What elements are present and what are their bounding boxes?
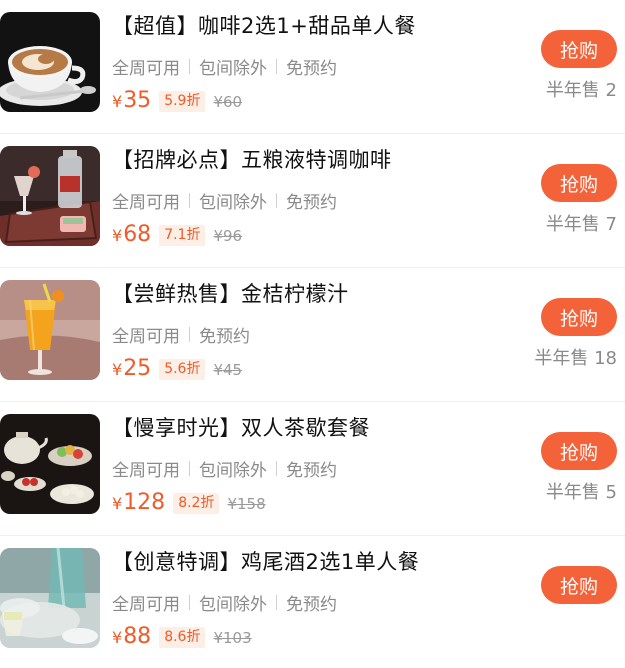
- deal-item[interactable]: 【创意特调】鸡尾酒2选1单人餐 全周可用 包间除外 免预约 ¥ 88 8.6折 …: [0, 536, 625, 668]
- discount-badge: 5.9折: [159, 91, 206, 112]
- deal-price: 88: [123, 624, 152, 649]
- deal-title: 【创意特调】鸡尾酒2选1单人餐: [112, 550, 420, 574]
- sales-count: 半年售 18: [534, 348, 617, 369]
- tag: 包间除外: [199, 59, 267, 79]
- sales-count: 半年售 7: [545, 214, 617, 235]
- buy-button[interactable]: 抢购: [541, 566, 617, 604]
- tag: 全周可用: [112, 461, 180, 481]
- price-row: ¥ 68 7.1折 ¥96: [112, 222, 242, 248]
- deal-price: 35: [123, 88, 152, 113]
- original-price: ¥96: [213, 227, 243, 245]
- deal-item[interactable]: 【超值】咖啡2选1+甜品单人餐 全周可用 包间除外 免预约 ¥ 35 5.9折 …: [0, 0, 625, 134]
- tea-break-set-image[interactable]: [0, 414, 100, 514]
- price-row: ¥ 128 8.2折 ¥158: [112, 490, 266, 516]
- currency-symbol: ¥: [112, 494, 123, 513]
- original-price: ¥45: [213, 361, 243, 379]
- deal-price: 128: [123, 490, 166, 515]
- currency-symbol: ¥: [112, 226, 123, 245]
- cocktail-image[interactable]: [0, 548, 100, 648]
- buy-button[interactable]: 抢购: [541, 432, 617, 470]
- liquor-coffee-tray-image[interactable]: [0, 146, 100, 246]
- tag-divider: [276, 193, 277, 208]
- deal-tags: 全周可用 包间除外 免预约: [112, 54, 337, 79]
- original-price: ¥103: [213, 629, 252, 647]
- deal-price: 68: [123, 222, 152, 247]
- original-price: ¥158: [227, 495, 266, 513]
- sales-count: 半年售 5: [545, 482, 617, 503]
- buy-button[interactable]: 抢购: [541, 164, 617, 202]
- tag: 包间除外: [199, 595, 267, 615]
- deal-title: 【超值】咖啡2选1+甜品单人餐: [112, 14, 416, 38]
- deal-tags: 全周可用 包间除外 免预约: [112, 188, 337, 213]
- discount-badge: 7.1折: [159, 225, 206, 246]
- deal-list: 【超值】咖啡2选1+甜品单人餐 全周可用 包间除外 免预约 ¥ 35 5.9折 …: [0, 0, 625, 668]
- tag: 全周可用: [112, 59, 180, 79]
- deal-tags: 全周可用 免预约: [112, 322, 250, 347]
- tag: 包间除外: [199, 193, 267, 213]
- deal-title: 【尝鲜热售】金桔柠檬汁: [112, 282, 349, 306]
- deal-item[interactable]: 【招牌必点】五粮液特调咖啡 全周可用 包间除外 免预约 ¥ 68 7.1折 ¥9…: [0, 134, 625, 268]
- buy-button[interactable]: 抢购: [541, 298, 617, 336]
- tag-divider: [276, 59, 277, 74]
- original-price: ¥60: [213, 93, 243, 111]
- currency-symbol: ¥: [112, 92, 123, 111]
- discount-badge: 5.6折: [159, 359, 206, 380]
- currency-symbol: ¥: [112, 360, 123, 379]
- tag: 全周可用: [112, 327, 180, 347]
- discount-badge: 8.6折: [159, 627, 206, 648]
- tag-divider: [189, 595, 190, 610]
- deal-tags: 全周可用 包间除外 免预约: [112, 456, 337, 481]
- deal-title: 【招牌必点】五粮液特调咖啡: [112, 148, 392, 172]
- tag: 包间除外: [199, 461, 267, 481]
- tag-divider: [189, 461, 190, 476]
- currency-symbol: ¥: [112, 628, 123, 647]
- deal-tags: 全周可用 包间除外 免预约: [112, 590, 337, 615]
- deal-price: 25: [123, 356, 152, 381]
- tag-divider: [189, 327, 190, 342]
- discount-badge: 8.2折: [173, 493, 220, 514]
- tag-divider: [276, 595, 277, 610]
- price-row: ¥ 35 5.9折 ¥60: [112, 88, 242, 114]
- deal-item[interactable]: 【慢享时光】双人茶歇套餐 全周可用 包间除外 免预约 ¥ 128 8.2折 ¥1…: [0, 402, 625, 536]
- tag: 免预约: [286, 461, 337, 481]
- tag: 免预约: [286, 595, 337, 615]
- buy-button[interactable]: 抢购: [541, 30, 617, 68]
- kumquat-lemon-juice-image[interactable]: [0, 280, 100, 380]
- deal-item[interactable]: 【尝鲜热售】金桔柠檬汁 全周可用 免预约 ¥ 25 5.6折 ¥45 抢购 半年…: [0, 268, 625, 402]
- tag: 免预约: [199, 327, 250, 347]
- tag: 免预约: [286, 59, 337, 79]
- tag: 全周可用: [112, 193, 180, 213]
- sales-count: 半年售 2: [545, 80, 617, 101]
- latte-art-coffee-image[interactable]: [0, 12, 100, 112]
- price-row: ¥ 88 8.6折 ¥103: [112, 624, 252, 650]
- deal-title: 【慢享时光】双人茶歇套餐: [112, 416, 370, 440]
- tag: 免预约: [286, 193, 337, 213]
- tag-divider: [189, 193, 190, 208]
- price-row: ¥ 25 5.6折 ¥45: [112, 356, 242, 382]
- tag-divider: [276, 461, 277, 476]
- tag-divider: [189, 59, 190, 74]
- tag: 全周可用: [112, 595, 180, 615]
